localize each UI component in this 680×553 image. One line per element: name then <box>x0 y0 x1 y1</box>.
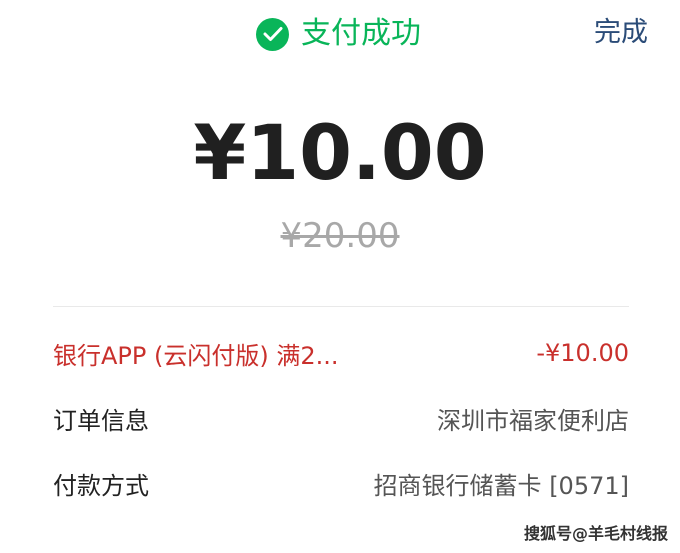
payment-method-value: 招商银行储蓄卡 [0571] <box>373 471 629 500</box>
discount-label: 银行APP (云闪付版) 满2... <box>53 341 339 370</box>
divider <box>53 306 629 307</box>
paid-amount: ¥10.00 <box>193 108 487 197</box>
payment-method-row[interactable]: 付款方式 招商银行储蓄卡 [0571] <box>53 463 629 503</box>
done-button[interactable]: 完成 <box>594 16 648 50</box>
original-amount: ¥20.00 <box>280 216 400 256</box>
status-title: 支付成功 <box>301 16 421 51</box>
payment-success-status: 支付成功 <box>256 14 421 54</box>
order-info-label: 订单信息 <box>53 406 149 435</box>
check-circle-icon <box>256 17 289 51</box>
watermark: 搜狐号@羊毛村线报 <box>523 524 668 543</box>
discount-row[interactable]: 银行APP (云闪付版) 满2... -¥10.00 <box>53 333 629 373</box>
order-info-row[interactable]: 订单信息 深圳市福家便利店 <box>53 398 629 438</box>
discount-value: -¥10.00 <box>536 339 629 367</box>
payment-method-label: 付款方式 <box>53 471 149 500</box>
merchant-name: 深圳市福家便利店 <box>437 406 629 435</box>
top-bar: 支付成功 完成 <box>0 0 680 70</box>
